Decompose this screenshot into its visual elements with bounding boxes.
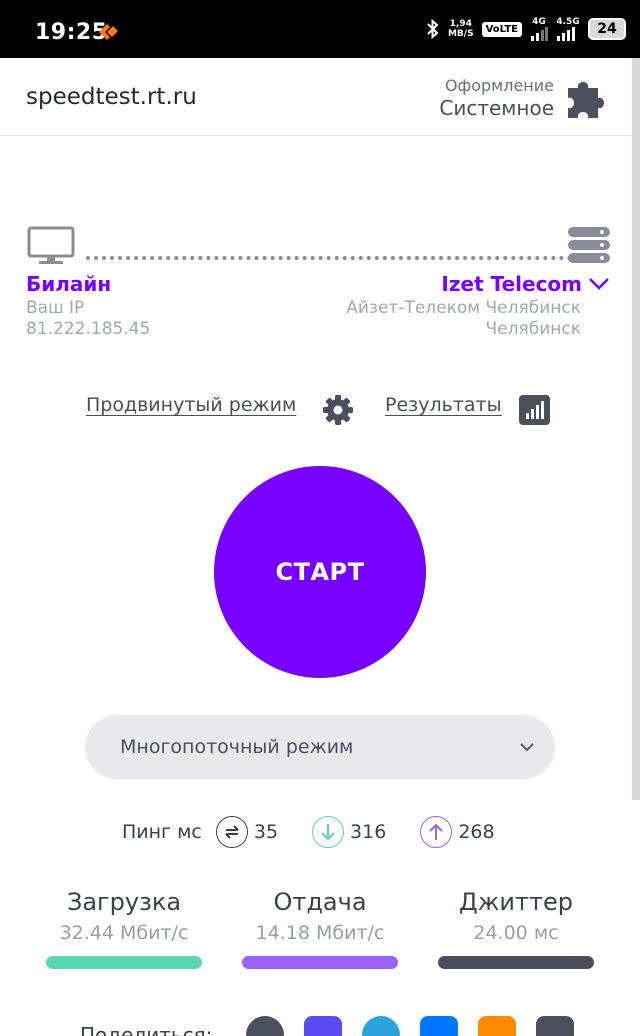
volte-badge: VoLTE <box>481 21 522 37</box>
theme-value[interactable]: Системное <box>439 96 554 120</box>
server-name: Izet Telecom <box>441 272 582 296</box>
stat-upload-name: Отдача <box>273 888 367 916</box>
arrow-up-icon <box>420 816 453 848</box>
share-label: Поделиться: <box>80 1023 213 1036</box>
share-telegram-icon[interactable] <box>362 1016 401 1036</box>
results-chart-icon[interactable] <box>519 395 550 425</box>
route-dotted-line <box>86 256 572 260</box>
ip-label: Ваш IP <box>26 298 85 318</box>
advanced-mode-link[interactable]: Продвинутый режим <box>86 394 296 416</box>
ping-upload: 268 <box>420 816 495 848</box>
arrow-down-icon <box>312 816 345 848</box>
client-info: Ваш IP 81.222.185.45 <box>26 298 150 340</box>
ping-upload-value: 268 <box>458 821 495 843</box>
monitor-icon <box>27 226 75 264</box>
stat-jitter-bar <box>438 956 594 969</box>
battery-icon: 24 <box>588 18 626 40</box>
server-select[interactable]: Izet Telecom <box>441 272 610 296</box>
isp-name: Билайн <box>26 272 112 296</box>
theme-label: Оформление <box>444 76 554 95</box>
server-full-name: Айзет-Телеком Челябинск <box>346 298 581 318</box>
ping-idle-value: 35 <box>253 821 279 843</box>
ping-label: Пинг мс <box>122 821 202 843</box>
scrollbar[interactable] <box>632 58 640 800</box>
stat-jitter: Джиттер 24.00 мс <box>436 888 596 969</box>
stat-download-bar <box>46 956 202 969</box>
signal-sim1-icon: 4G <box>530 17 548 41</box>
network-speed: 1,94 MB/S <box>447 19 474 39</box>
share-row: Поделиться: <box>80 1016 640 1036</box>
stat-upload: Отдача 14.18 Мбит/с <box>240 888 400 969</box>
mode-select-value: Многопоточный режим <box>120 736 354 758</box>
server-info: Айзет-Телеком Челябинск Челябинск <box>346 298 581 340</box>
site-header: speedtest.rt.ru Оформление Системное <box>0 58 632 136</box>
mode-select[interactable]: Многопоточный режим <box>85 715 555 779</box>
share-max-icon[interactable] <box>304 1016 343 1036</box>
stat-jitter-value: 24.00 мс <box>473 922 559 944</box>
bluetooth-icon <box>427 19 439 39</box>
share-mail-icon[interactable] <box>536 1016 575 1036</box>
ping-download-value: 316 <box>350 821 387 843</box>
server-icon <box>568 227 610 263</box>
app-notification-icon <box>99 24 118 40</box>
chevron-down-icon <box>520 743 534 752</box>
theme-switch[interactable]: Оформление Системное <box>439 76 554 120</box>
gear-icon[interactable] <box>322 394 354 426</box>
share-vk-icon[interactable] <box>420 1016 459 1036</box>
puzzle-icon[interactable] <box>564 74 610 120</box>
share-rocket-icon[interactable] <box>246 1016 285 1036</box>
swap-arrows-icon <box>215 816 248 848</box>
results-link[interactable]: Результаты <box>385 394 502 416</box>
start-button[interactable]: СТАРТ <box>214 466 426 678</box>
ping-row: Пинг мс 35 316 268 <box>122 814 529 850</box>
stat-download-name: Загрузка <box>66 888 182 916</box>
stat-download-value: 32.44 Мбит/с <box>59 922 189 944</box>
ping-idle: 35 <box>215 816 279 848</box>
signal-sim2-icon: 4.5G <box>556 17 580 41</box>
server-city: Челябинск <box>485 319 581 339</box>
connection-route <box>26 226 612 270</box>
ip-address: 81.222.185.45 <box>26 319 151 339</box>
site-brand[interactable]: speedtest.rt.ru <box>26 84 197 110</box>
stat-jitter-name: Джиттер <box>459 888 573 916</box>
stat-upload-bar <box>242 956 398 969</box>
stat-upload-value: 14.18 Мбит/с <box>255 922 385 944</box>
stat-download: Загрузка 32.44 Мбит/с <box>44 888 204 969</box>
status-bar: 19:25 1,94 MB/S VoLTE 4G 4.5G 24 <box>0 0 640 58</box>
ping-download: 316 <box>312 816 386 848</box>
chevron-down-icon <box>589 278 609 290</box>
share-ok-icon[interactable] <box>478 1016 517 1036</box>
